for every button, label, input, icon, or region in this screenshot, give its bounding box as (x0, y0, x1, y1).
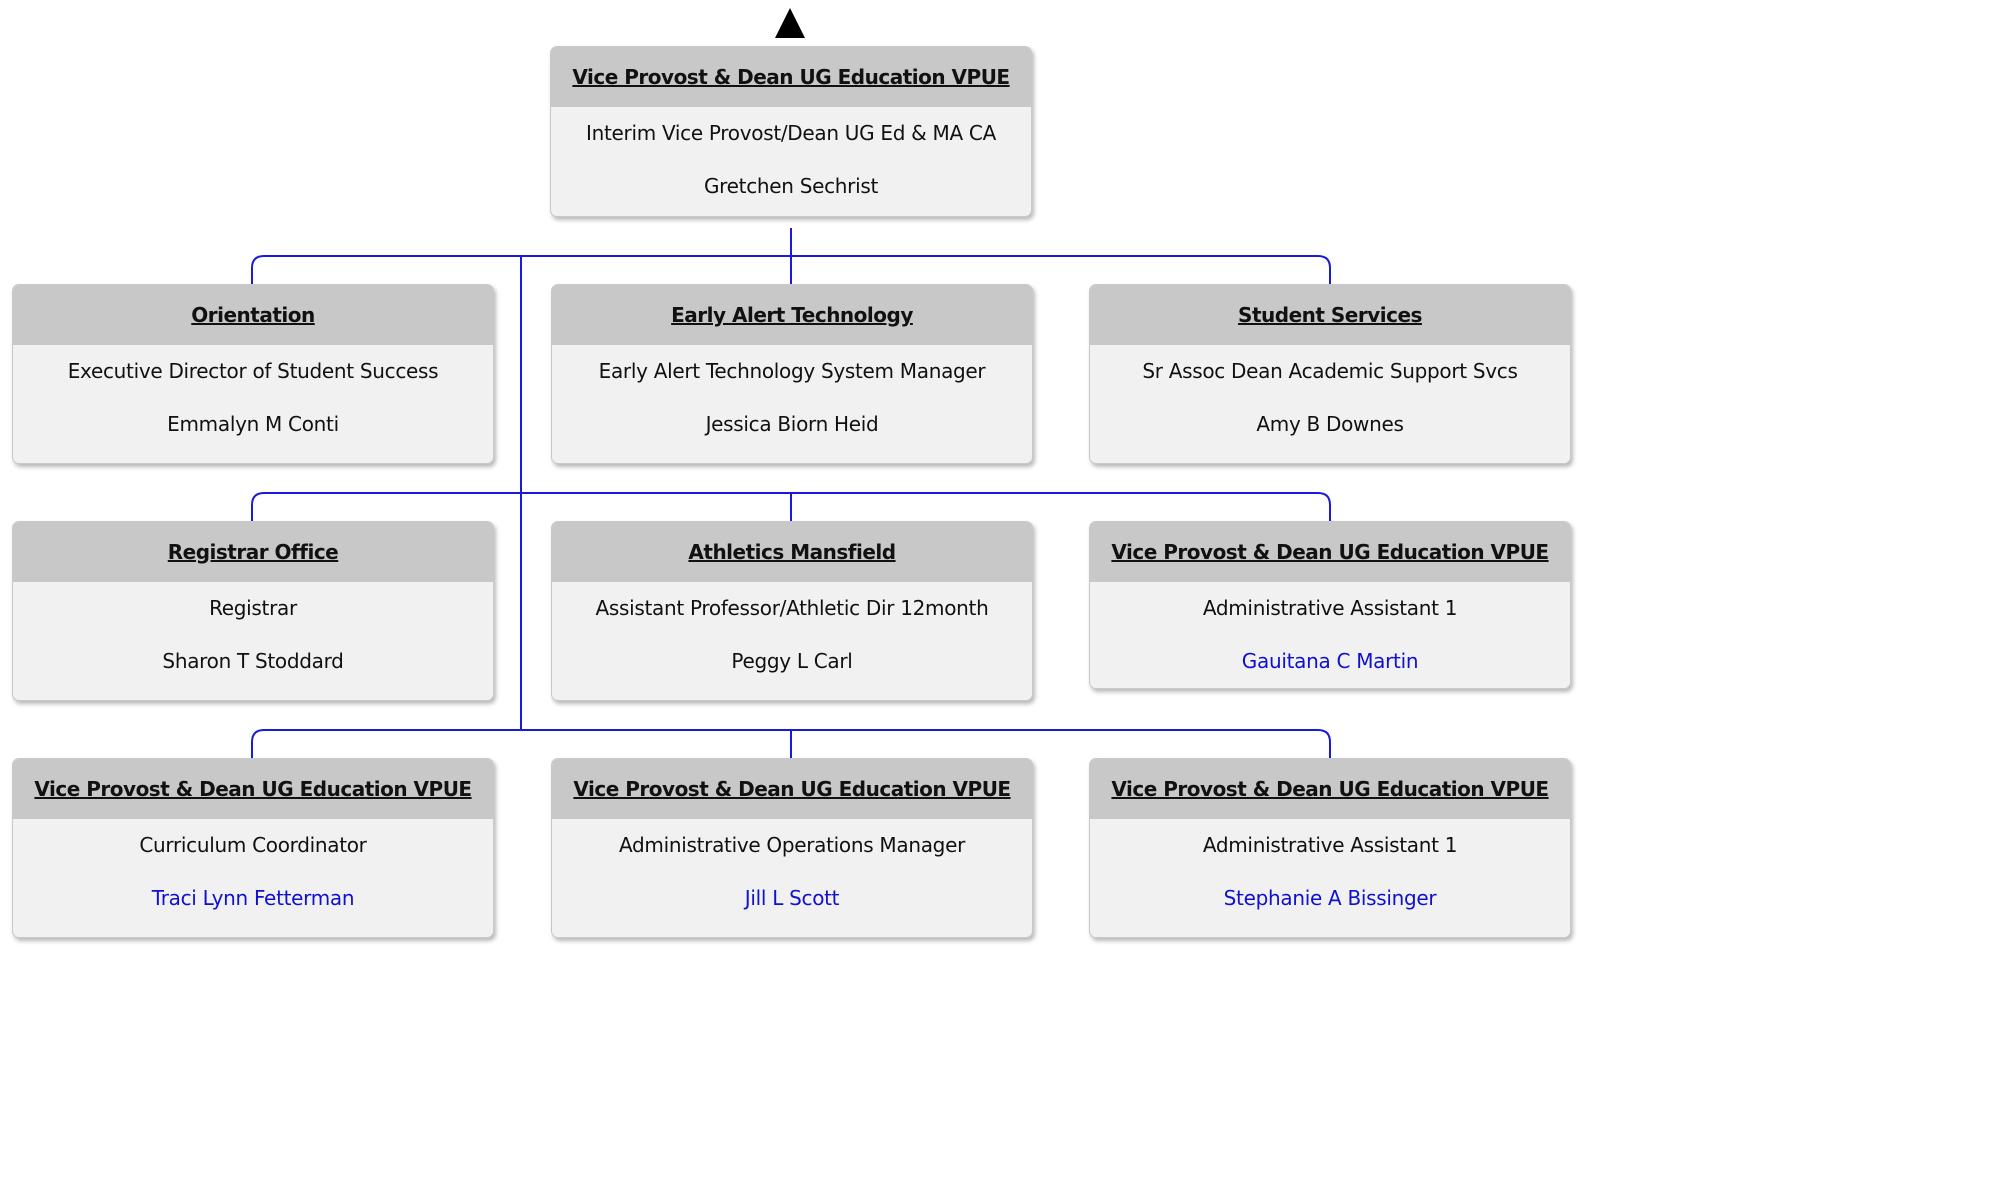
org-node-orientation[interactable]: Orientation Executive Director of Studen… (12, 284, 494, 464)
org-node-student-services[interactable]: Student Services Sr Assoc Dean Academic … (1089, 284, 1571, 464)
org-node-vpue-admin-operations-manager[interactable]: Vice Provost & Dean UG Education VPUE Ad… (551, 758, 1033, 938)
org-node-registrar-office[interactable]: Registrar Office Registrar Sharon T Stod… (12, 521, 494, 701)
node-person: Gretchen Sechrist (703, 174, 879, 198)
node-unit[interactable]: Orientation (13, 285, 493, 345)
node-person: Amy B Downes (1256, 412, 1404, 436)
node-unit[interactable]: Vice Provost & Dean UG Education VPUE (552, 759, 1032, 819)
node-person: Emmalyn M Conti (167, 412, 339, 436)
org-node-vpue-admin-assistant-2[interactable]: Vice Provost & Dean UG Education VPUE Ad… (1089, 758, 1571, 938)
up-arrow-icon[interactable] (775, 8, 805, 38)
node-person-link[interactable]: Jill L Scott (552, 885, 1032, 911)
org-node-athletics-mansfield[interactable]: Athletics Mansfield Assistant Professor/… (551, 521, 1033, 701)
node-unit[interactable]: Student Services (1090, 285, 1570, 345)
org-node-vpue-admin-assistant[interactable]: Vice Provost & Dean UG Education VPUE Ad… (1089, 521, 1571, 689)
node-title: Administrative Assistant 1 (1202, 833, 1458, 857)
node-unit[interactable]: Vice Provost & Dean UG Education VPUE (13, 759, 493, 819)
node-person-link[interactable]: Traci Lynn Fetterman (13, 885, 493, 911)
node-person: Peggy L Carl (731, 649, 853, 673)
node-unit[interactable]: Registrar Office (13, 522, 493, 582)
node-unit[interactable]: Vice Provost & Dean UG Education VPUE (1090, 522, 1570, 582)
node-person: Sharon T Stoddard (162, 649, 344, 673)
org-node-early-alert-technology[interactable]: Early Alert Technology Early Alert Techn… (551, 284, 1033, 464)
node-person-link[interactable]: Stephanie A Bissinger (1090, 885, 1570, 911)
node-title: Curriculum Coordinator (139, 833, 367, 857)
org-node-vpue-curriculum-coordinator[interactable]: Vice Provost & Dean UG Education VPUE Cu… (12, 758, 494, 938)
node-title: Administrative Operations Manager (618, 833, 965, 857)
node-unit[interactable]: Vice Provost & Dean UG Education VPUE (551, 47, 1031, 107)
node-title: Assistant Professor/Athletic Dir 12month (595, 596, 989, 620)
node-title: Sr Assoc Dean Academic Support Svcs (1142, 359, 1518, 383)
node-person: Jessica Biorn Heid (705, 412, 879, 436)
node-unit[interactable]: Early Alert Technology (552, 285, 1032, 345)
node-unit[interactable]: Vice Provost & Dean UG Education VPUE (1090, 759, 1570, 819)
node-title: Administrative Assistant 1 (1202, 596, 1458, 620)
node-title: Executive Director of Student Success (67, 359, 439, 383)
org-node-root[interactable]: Vice Provost & Dean UG Education VPUE In… (550, 46, 1032, 217)
node-person-link[interactable]: Gauitana C Martin (1090, 648, 1570, 674)
node-unit[interactable]: Athletics Mansfield (552, 522, 1032, 582)
node-title: Interim Vice Provost/Dean UG Ed & MA CA (586, 121, 996, 145)
node-title: Early Alert Technology System Manager (598, 359, 986, 383)
node-title: Registrar (209, 596, 297, 620)
